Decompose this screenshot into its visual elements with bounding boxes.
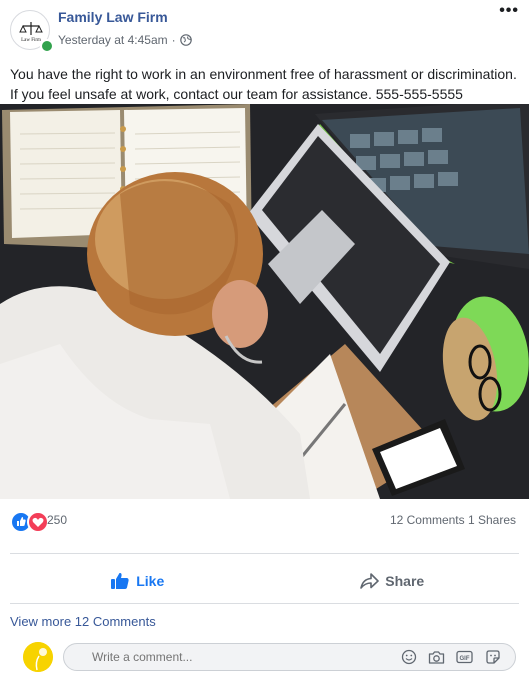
meta-separator: · <box>171 33 176 47</box>
actions-divider <box>10 603 519 604</box>
gif-icon: GIF <box>456 650 473 664</box>
commenter-avatar[interactable] <box>23 642 53 672</box>
like-button-label: Like <box>136 573 165 589</box>
share-button-label: Share <box>385 573 425 589</box>
reactions-divider <box>10 553 519 554</box>
sticker-button[interactable] <box>484 649 501 665</box>
stressed-worker-photo <box>0 99 529 499</box>
share-arrow-icon <box>360 573 380 589</box>
post-options-button[interactable]: ••• <box>499 2 519 20</box>
view-more-comments-link[interactable]: View more 12 Comments <box>10 614 156 629</box>
post-text: You have the right to work in an environ… <box>10 66 517 102</box>
share-button[interactable]: Share <box>265 560 520 602</box>
post-meta: Yesterday at 4:45am · <box>58 33 192 47</box>
emoji-button[interactable] <box>400 649 417 665</box>
reaction-count[interactable]: 250 <box>47 513 67 527</box>
comment-tools: GIF <box>400 649 501 665</box>
sticker-icon <box>485 650 500 664</box>
post-header: Law Firm Family Law Firm Yesterday at 4:… <box>0 0 529 60</box>
comment-box: GIF <box>63 643 516 671</box>
reaction-icons[interactable] <box>10 511 49 533</box>
reactions-summary: 250 12 Comments 1 Shares <box>10 508 520 533</box>
post-photo[interactable] <box>0 99 529 499</box>
camera-icon <box>428 650 445 664</box>
thumbs-up-icon <box>111 572 129 589</box>
smiley-icon <box>401 649 416 665</box>
love-reaction-icon <box>27 511 49 533</box>
svg-text:GIF: GIF <box>460 656 470 662</box>
svg-text:Law Firm: Law Firm <box>21 38 41 43</box>
comment-input[interactable] <box>90 649 354 665</box>
online-status-dot <box>40 39 54 53</box>
post-timestamp[interactable]: Yesterday at 4:45am <box>58 33 168 47</box>
like-button[interactable]: Like <box>10 560 265 602</box>
gif-button[interactable]: GIF <box>456 649 473 665</box>
globe-icon[interactable] <box>179 34 192 46</box>
camera-button[interactable] <box>428 649 445 665</box>
comments-shares-count[interactable]: 12 Comments 1 Shares <box>390 513 516 527</box>
page-name-link[interactable]: Family Law Firm <box>58 9 168 25</box>
post-actions: Like Share <box>10 560 519 602</box>
